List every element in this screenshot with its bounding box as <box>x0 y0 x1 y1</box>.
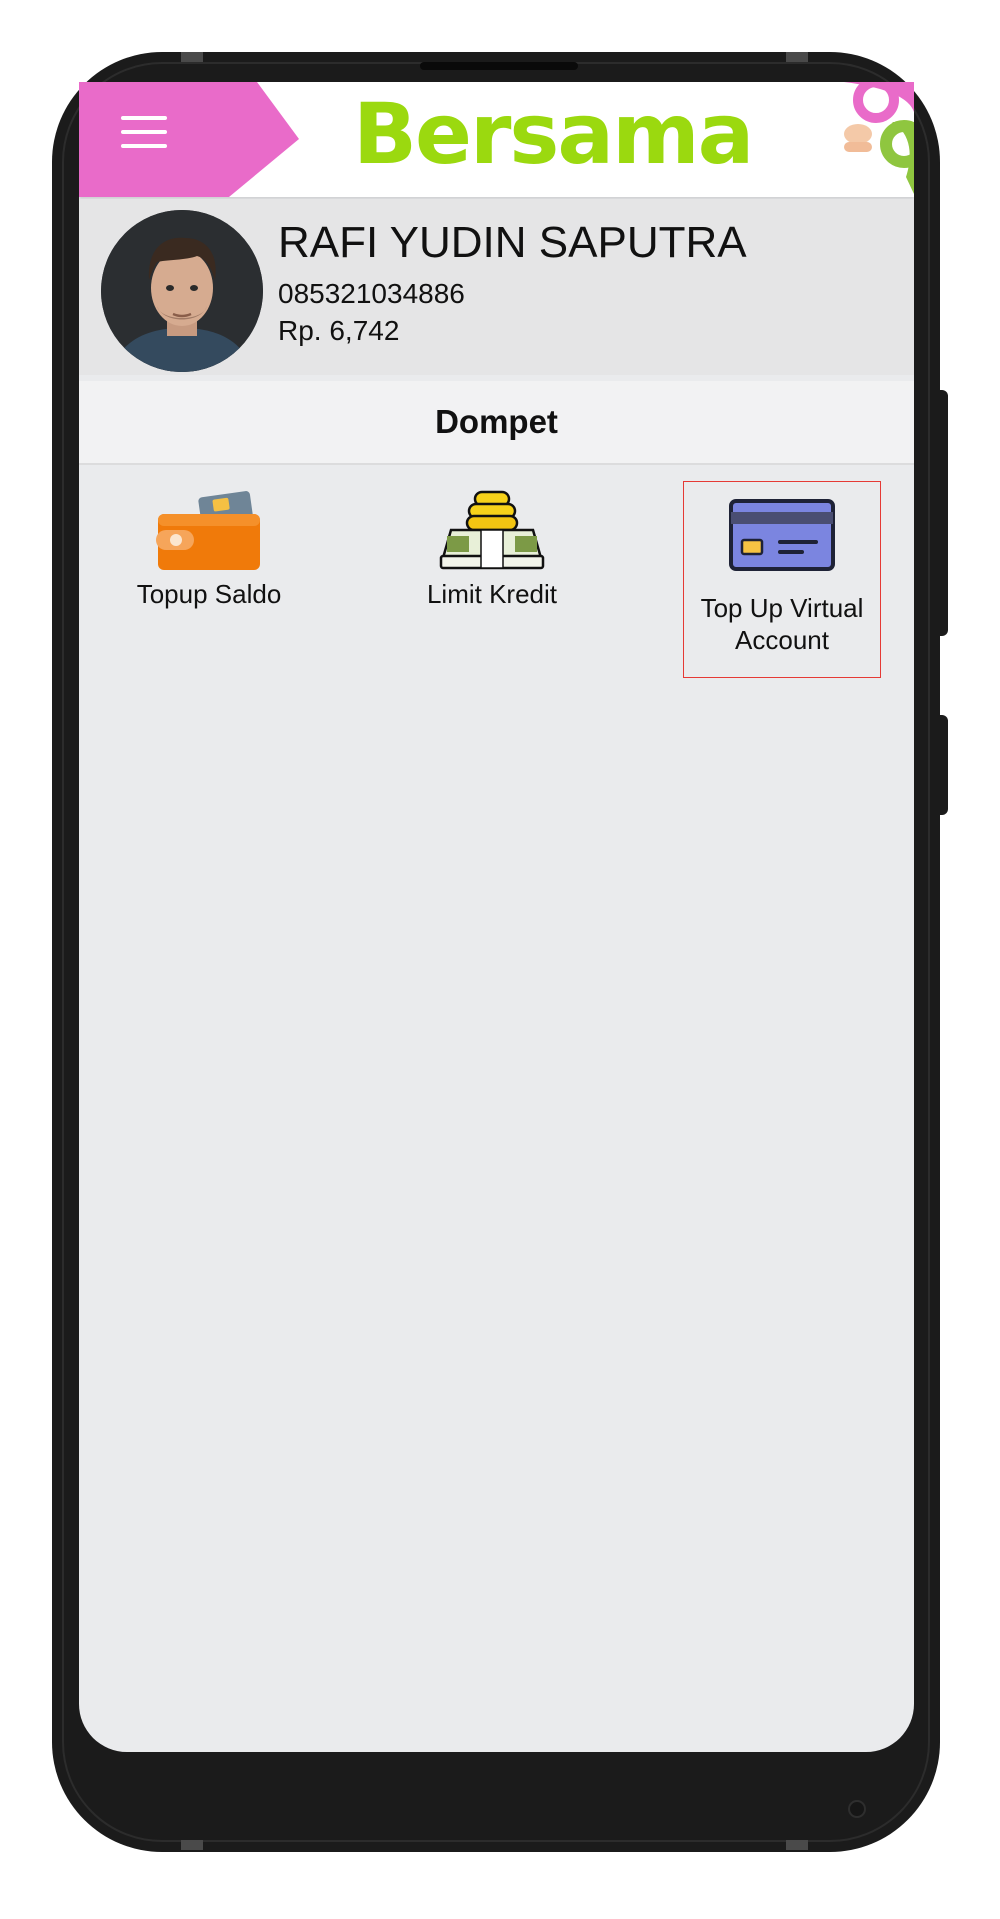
topup-virtual-account-button[interactable]: Top Up Virtual Account <box>683 481 881 678</box>
credit-card-icon <box>729 499 835 571</box>
hamburger-menu-icon[interactable] <box>121 116 167 148</box>
menu-item-label: Topup Saldo <box>136 579 282 609</box>
power-button <box>938 390 948 636</box>
user-name: RAFI YUDIN SAPUTRA <box>278 218 747 267</box>
user-photo-icon <box>101 210 263 372</box>
frame-antenna-mark <box>181 1840 203 1850</box>
section-header: Dompet <box>79 381 914 465</box>
menu-tab[interactable] <box>79 82 299 197</box>
frame-antenna-mark <box>786 52 808 62</box>
decorative-ribbon-icon <box>844 82 914 194</box>
user-phone: 085321034886 <box>278 278 465 309</box>
user-balance: Rp. 6,742 <box>278 315 400 346</box>
topup-saldo-button[interactable]: Topup Saldo <box>109 490 309 620</box>
frame-antenna-mark <box>786 1840 808 1850</box>
wallet-icon <box>156 491 260 570</box>
frame-antenna-mark <box>181 52 203 62</box>
menu-item-label: Account <box>735 625 829 655</box>
section-title: Dompet <box>435 403 558 440</box>
menu-item-label: Limit Kredit <box>426 579 558 609</box>
camera-icon <box>848 1800 866 1818</box>
limit-kredit-button[interactable]: Limit Kredit <box>392 490 592 620</box>
menu-item-label: Top Up Virtual <box>700 593 864 623</box>
brand-logo: Bersama <box>353 85 754 183</box>
app-header: Bersama <box>79 82 914 197</box>
money-stack-icon <box>439 490 545 570</box>
volume-button <box>938 715 948 815</box>
phone-speaker <box>420 62 578 70</box>
app-screen: Bersama RAFI YUDIN SAPUTRA 085321034886 … <box>79 82 914 1752</box>
avatar[interactable] <box>101 210 263 372</box>
profile-card: RAFI YUDIN SAPUTRA 085321034886 Rp. 6,74… <box>79 199 914 375</box>
